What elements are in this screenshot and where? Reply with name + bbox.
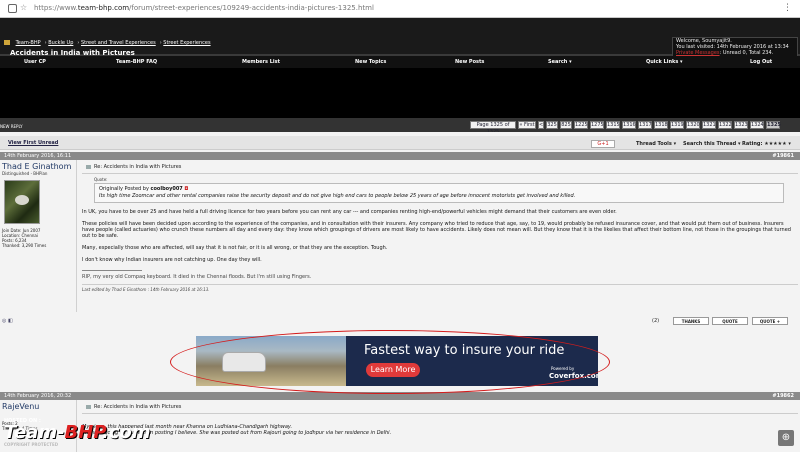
post-body: Re: Accidents in India with Pictures My … <box>82 400 798 436</box>
quote-origin: Originally Posted by coolboy007 ◘ <box>99 186 779 193</box>
folder-icon <box>4 40 10 45</box>
banner-area <box>0 68 800 118</box>
welcome-box: Welcome, Soumyajit9. You last visited: 1… <box>672 37 798 57</box>
quote-origin-prefix: Originally Posted by <box>99 186 151 192</box>
post-date: 14th February 2016, 20:32 <box>4 393 72 399</box>
breadcrumb-item-0[interactable]: Team-BHP <box>16 40 41 46</box>
post-number-link[interactable]: #19861 <box>772 152 794 160</box>
quote-author-link[interactable]: coolboy007 <box>151 186 183 192</box>
username-link[interactable]: Thad E Ginathom <box>0 160 76 171</box>
user-thanked: Thanked: 3,290 Times <box>2 243 47 248</box>
star-icon[interactable]: ☆ <box>20 3 27 12</box>
thread-tools-menu[interactable]: Thread Tools ▾ <box>636 141 676 147</box>
page-link[interactable]: 1323 <box>734 121 748 129</box>
page-link[interactable]: 825 <box>560 121 572 129</box>
url-text[interactable]: https://www.team-bhp.com/forum/street-ex… <box>34 4 374 12</box>
page-link[interactable]: 1316 <box>622 121 636 129</box>
page-link[interactable]: 1315 <box>606 121 620 129</box>
team-bhp-logo: Team-BHP.com <box>4 424 151 442</box>
post-number-link[interactable]: #19862 <box>772 392 794 400</box>
lock-icon <box>8 4 17 13</box>
nav-new-topics[interactable]: New Topics <box>355 59 386 65</box>
post-paragraph: I don't know why Indian insurers are not… <box>82 257 262 263</box>
username-link[interactable]: RajeVenu <box>0 400 76 411</box>
post-paragraph: Many, especially those who are affected,… <box>82 245 388 251</box>
page-link[interactable]: 1322 <box>718 121 732 129</box>
post-paragraph: These policies will have been decided up… <box>82 221 791 239</box>
user-info-pane: Thad E Ginathom Distinguished - BHPian J… <box>0 160 77 312</box>
content-area: View First Unread G+1 Thread Tools ▾ Sea… <box>0 132 800 452</box>
rating-menu[interactable]: Rating: ★★★★★ ▾ <box>742 141 791 147</box>
pagination-bar: NEW REPLY Page 1325 of 1325 « First < 32… <box>0 118 800 135</box>
view-first-unread-link[interactable]: View First Unread <box>8 140 58 146</box>
logo-bhp-text: BHP <box>64 422 102 443</box>
page-first[interactable]: « First <box>518 121 536 129</box>
breadcrumb-item-1[interactable]: Buckle Up <box>48 40 73 46</box>
page-link[interactable]: 1319 <box>670 121 684 129</box>
page-link[interactable]: 1317 <box>638 121 652 129</box>
page-link[interactable]: 325 <box>546 121 558 129</box>
post-title: Re: Accidents in India with Pictures <box>86 164 798 170</box>
page-link[interactable]: 1225 <box>574 121 588 129</box>
thread-toolbar: View First Unread G+1 Thread Tools ▾ Sea… <box>0 136 800 150</box>
page-label: Page 1325 of 1325 <box>470 121 516 135</box>
edited-note: Last edited by Thad E Ginathom : 14th Fe… <box>82 284 798 292</box>
post-body: Re: Accidents in India with Pictures Quo… <box>82 160 798 292</box>
page-link[interactable]: 1275 <box>590 121 604 129</box>
quote-button[interactable]: QUOTE <box>712 317 748 325</box>
post-date: 14th February 2016, 16:11 <box>4 153 72 159</box>
breadcrumb-item-3[interactable]: Street Experiences <box>163 40 210 46</box>
nav-quick-links[interactable]: Quick Links ▾ <box>646 59 683 65</box>
signature-divider <box>82 270 142 271</box>
breadcrumb-item-2[interactable]: Street and Travel Experiences <box>81 40 156 46</box>
likes-count: (2) <box>652 318 660 324</box>
divider <box>82 413 798 414</box>
nav-user-cp[interactable]: User CP <box>24 59 46 65</box>
report-icon[interactable]: ◎ ◧ <box>2 318 13 324</box>
browser-menu-icon[interactable]: ⋮ <box>783 3 792 13</box>
avatar[interactable] <box>4 180 40 224</box>
nav-faq[interactable]: Team-BHP FAQ <box>116 59 157 65</box>
post-actions: ◎ ◧ (2) THANKS QUOTE QUOTE + <box>0 316 800 326</box>
search-thread-menu[interactable]: Search this Thread ▾ <box>683 141 741 147</box>
breadcrumb: Team-BHP › Buckle Up › Street and Travel E… <box>4 40 215 46</box>
quote-text: Its high time Zoomcar and other rental c… <box>99 193 576 199</box>
page-link[interactable]: 1318 <box>654 121 668 129</box>
google-plus-button[interactable]: G+1 <box>591 140 615 148</box>
post-paragraph: She was going all leave cum posting I be… <box>82 430 392 436</box>
page-link[interactable]: 1324 <box>750 121 764 129</box>
quote-label: Quote: <box>94 177 108 182</box>
thanks-button[interactable]: THANKS <box>673 317 709 325</box>
forum-nav-bar: User CP Team-BHP FAQ Members List New To… <box>0 56 800 68</box>
divider <box>82 173 798 174</box>
logo-main-text: Team- <box>4 422 65 443</box>
post-title: Re: Accidents in India with Pictures <box>86 404 798 410</box>
page-link[interactable]: 1320 <box>686 121 700 129</box>
browser-address-bar[interactable]: ☆ https://www.team-bhp.com/forum/street-… <box>0 0 800 18</box>
post-paragraph: In UK, you have to be over 25 and have h… <box>82 209 617 215</box>
post-header: 14th February 2016, 16:11 #19861 <box>0 152 800 160</box>
user-title: Distinguished - BHPian <box>2 171 48 176</box>
site-watermark: HOSTED ON : Team-BHP.com COPYRIGHT PROTE… <box>4 418 151 447</box>
zoom-icon[interactable]: ⊕ <box>778 430 794 446</box>
signature: RIP, my very old Compaq keyboard. It die… <box>82 270 798 280</box>
page-current: 1325 <box>766 121 781 129</box>
nav-new-posts[interactable]: New Posts <box>455 59 484 65</box>
highlight-circle <box>170 330 610 394</box>
new-reply-button[interactable]: NEW REPLY <box>0 124 23 129</box>
nav-log-out[interactable]: Log Out <box>750 59 772 65</box>
logo-tld-text: .com <box>101 422 151 443</box>
page-prev[interactable]: < <box>538 121 544 129</box>
view-post-icon[interactable]: ◘ <box>184 186 188 192</box>
multi-quote-button[interactable]: QUOTE + <box>752 317 788 325</box>
nav-search[interactable]: Search ▾ <box>548 59 572 65</box>
quote-block: Originally Posted by coolboy007 ◘ Its hi… <box>94 183 784 203</box>
signature-text: RIP, my very old Compaq keyboard. It die… <box>82 274 312 280</box>
nav-members-list[interactable]: Members List <box>242 59 280 65</box>
page-link[interactable]: 1321 <box>702 121 716 129</box>
